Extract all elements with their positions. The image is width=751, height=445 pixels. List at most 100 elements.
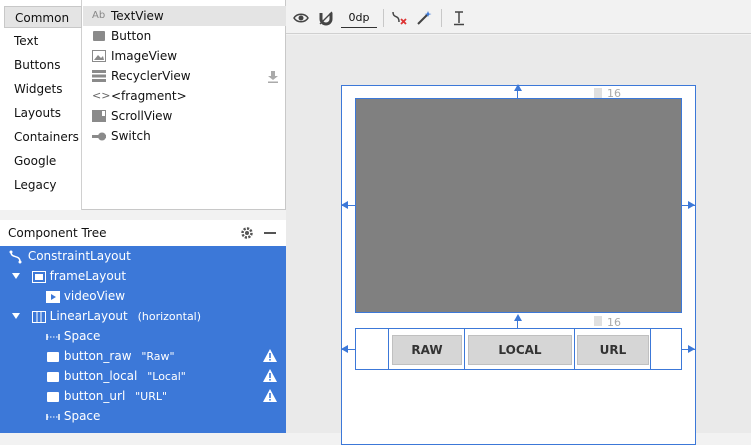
tree-node-button-local[interactable]: button_local "Local" xyxy=(46,366,286,386)
component-tree-title: Component Tree xyxy=(8,226,107,240)
warning-icon[interactable] xyxy=(263,369,277,382)
tree-node-framelayout[interactable]: frameLayout xyxy=(12,266,126,286)
button-url[interactable]: URL xyxy=(577,335,649,365)
tree-node-attr: "URL" xyxy=(135,390,168,403)
guideline-icon[interactable] xyxy=(451,10,467,26)
category-google[interactable]: Google xyxy=(4,150,82,172)
tree-node-button-url[interactable]: button_url "URL" xyxy=(46,386,286,406)
tree-node-attr: (horizontal) xyxy=(137,310,202,323)
button-raw-cell: RAW xyxy=(389,329,465,369)
category-buttons[interactable]: Buttons xyxy=(4,54,82,76)
palette-item-fragment[interactable]: <> <fragment> xyxy=(83,86,286,106)
video-view-icon xyxy=(46,290,60,303)
category-widgets[interactable]: Widgets xyxy=(4,78,82,100)
constraint-arrow-top xyxy=(514,84,522,91)
palette-item-recyclerview[interactable]: RecyclerView xyxy=(83,66,286,86)
gear-icon[interactable] xyxy=(240,226,254,240)
constraint-arrow-left-linear xyxy=(341,345,348,353)
palette-item-label: Switch xyxy=(111,129,151,143)
constraint-arrow-right xyxy=(688,201,695,209)
palette-item-imageview[interactable]: ImageView xyxy=(83,46,286,66)
palette-items: Ab TextView Button ImageView RecyclerVie… xyxy=(83,0,286,210)
space-preview[interactable] xyxy=(651,329,681,369)
margin-handle-top[interactable] xyxy=(594,88,602,98)
expand-arrow-icon[interactable] xyxy=(12,273,20,279)
expand-arrow-icon[interactable] xyxy=(12,313,20,319)
linear-layout-icon xyxy=(31,310,46,323)
palette-item-textview[interactable]: Ab TextView xyxy=(83,6,286,26)
textview-icon: Ab xyxy=(92,10,106,21)
tree-node-label: frameLayout xyxy=(49,269,127,283)
button-icon xyxy=(93,31,105,41)
imageview-icon xyxy=(92,50,106,62)
design-toolbar: 0dp xyxy=(286,0,751,34)
button-local-cell: LOCAL xyxy=(465,329,575,369)
category-text[interactable]: Text xyxy=(4,30,82,52)
palette-item-label: ImageView xyxy=(111,49,178,63)
tree-node-linearlayout[interactable]: LinearLayout (horizontal) xyxy=(12,306,201,326)
palette-item-label: TextView xyxy=(111,9,164,23)
tree-node-videoview[interactable]: videoView xyxy=(46,286,125,306)
button-local[interactable]: LOCAL xyxy=(468,335,572,365)
component-tree-list: ConstraintLayout frameLayout videoView L… xyxy=(0,246,286,433)
component-tree-header: Component Tree xyxy=(0,220,286,246)
button-url-cell: URL xyxy=(575,329,651,369)
minimize-icon[interactable] xyxy=(264,232,276,234)
tree-node-label: Space xyxy=(63,409,101,423)
space-icon xyxy=(46,333,60,340)
tree-node-attr: "Raw" xyxy=(141,350,175,363)
layout-editor: Common Text Buttons Widgets Layouts Cont… xyxy=(0,0,751,445)
eye-icon[interactable] xyxy=(293,10,309,26)
palette-item-label: <fragment> xyxy=(111,89,187,103)
category-layouts[interactable]: Layouts xyxy=(4,102,82,124)
fragment-icon: <> xyxy=(92,89,111,102)
tree-node-attr: "Local" xyxy=(147,370,186,383)
palette-item-button[interactable]: Button xyxy=(83,26,286,46)
tree-node-label: button_url xyxy=(63,389,126,403)
palette-categories: Common Text Buttons Widgets Layouts Cont… xyxy=(0,0,82,210)
tree-node-button-raw[interactable]: button_raw "Raw" xyxy=(46,346,286,366)
infer-constraints-icon[interactable] xyxy=(416,10,432,26)
button-raw[interactable]: RAW xyxy=(392,335,462,365)
space-icon xyxy=(46,413,60,420)
palette-item-switch[interactable]: Switch xyxy=(83,126,286,146)
tree-node-space[interactable]: Space xyxy=(46,326,100,346)
recyclerview-icon xyxy=(92,70,106,82)
category-legacy[interactable]: Legacy xyxy=(4,174,82,196)
constraint-layout-icon xyxy=(9,250,22,263)
category-common[interactable]: Common xyxy=(4,6,82,28)
clear-constraints-icon[interactable] xyxy=(391,10,407,26)
palette-item-label: RecyclerView xyxy=(111,69,191,83)
button-icon xyxy=(47,371,59,382)
palette-item-label: Button xyxy=(111,29,152,43)
button-icon xyxy=(47,391,59,402)
category-containers[interactable]: Containers xyxy=(4,126,82,148)
tree-node-label: videoView xyxy=(63,289,126,303)
tree-node-label: LinearLayout xyxy=(49,309,128,323)
constraint-line-top xyxy=(517,90,518,98)
palette-panel: Common Text Buttons Widgets Layouts Cont… xyxy=(0,0,286,210)
margin-handle-bottom[interactable] xyxy=(594,316,602,326)
toolbar-separator xyxy=(383,9,384,27)
warning-icon[interactable] xyxy=(263,389,277,402)
design-canvas[interactable]: 16 16 RAW LOCAL URL xyxy=(286,35,751,445)
download-icon[interactable] xyxy=(268,71,278,83)
tree-node-label: ConstraintLayout xyxy=(27,249,131,263)
video-view[interactable] xyxy=(355,98,682,313)
space-preview[interactable] xyxy=(356,329,389,369)
linear-layout-preview[interactable]: RAW LOCAL URL xyxy=(355,328,682,370)
default-margin-field[interactable]: 0dp xyxy=(341,10,377,28)
scrollview-icon xyxy=(92,110,106,122)
tree-node-constraintlayout[interactable]: ConstraintLayout xyxy=(8,246,131,266)
constraint-arrow-left xyxy=(341,201,348,209)
toolbar-separator xyxy=(441,9,442,27)
warning-icon[interactable] xyxy=(263,349,277,362)
tree-node-label: button_local xyxy=(63,369,138,383)
palette-item-scrollview[interactable]: ScrollView xyxy=(83,106,286,126)
component-tree-panel: Component Tree ConstraintLayout frameLay… xyxy=(0,220,286,433)
tree-node-label: button_raw xyxy=(63,349,132,363)
tree-node-space[interactable]: Space xyxy=(46,406,100,426)
magnet-icon[interactable] xyxy=(318,10,334,26)
palette-item-label: ScrollView xyxy=(111,109,173,123)
tree-node-label: Space xyxy=(63,329,101,343)
